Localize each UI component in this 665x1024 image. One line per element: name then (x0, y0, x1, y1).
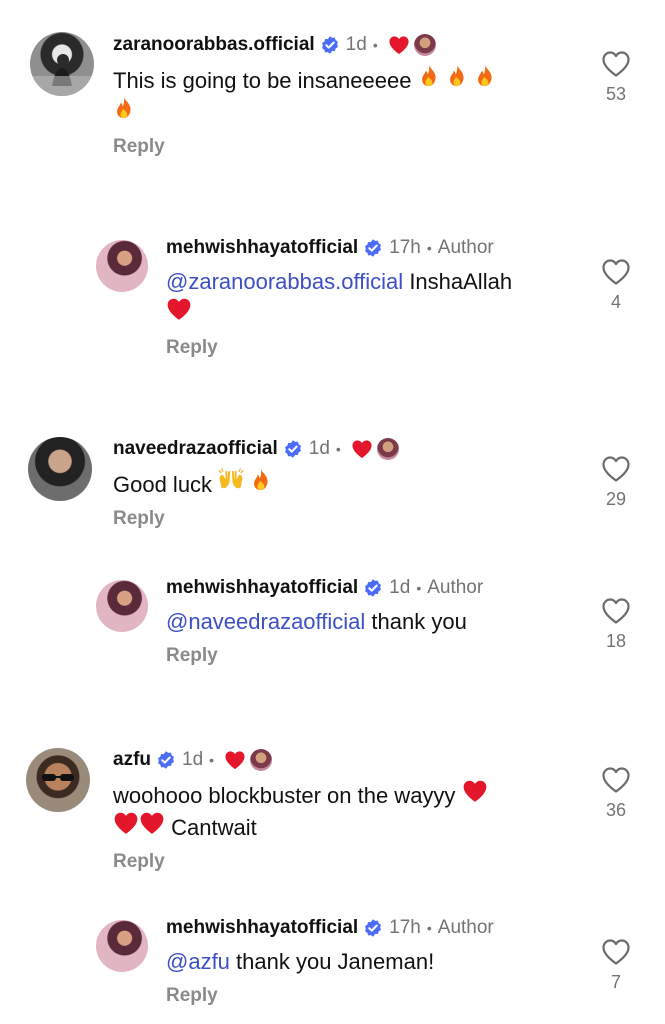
mention-link[interactable]: @azfu (166, 949, 230, 974)
fire-emoji-icon (250, 468, 272, 492)
red-heart-icon (462, 779, 488, 803)
red-heart-icon (139, 811, 165, 835)
heart-outline-icon[interactable] (601, 258, 631, 286)
author-liked-avatar (376, 438, 399, 460)
fire-emoji-icon (474, 64, 496, 88)
separator-dot: • (372, 37, 378, 53)
comment-text: @zaranoorabbas.official InshaAllah (166, 267, 566, 329)
comment-text: This is going to be insaneeeee (113, 64, 568, 128)
separator-dot: • (335, 441, 341, 457)
like-control[interactable]: 7 (596, 938, 636, 993)
fire-emoji-icon (113, 96, 135, 120)
heart-outline-icon[interactable] (601, 938, 631, 966)
red-heart-icon (113, 811, 139, 835)
timestamp: 17h (389, 237, 421, 258)
avatar[interactable] (26, 748, 90, 812)
like-control[interactable]: 18 (596, 597, 636, 652)
reply-button[interactable]: Reply (166, 645, 218, 667)
comment-text: @naveedrazaofficial thank you (166, 609, 467, 634)
like-count: 7 (610, 972, 621, 992)
avatar[interactable] (96, 240, 148, 292)
like-count: 36 (605, 800, 627, 820)
heart-outline-icon[interactable] (601, 455, 631, 483)
timestamp: 17h (389, 917, 421, 938)
timestamp: 1d (182, 749, 204, 770)
raised-hands-emoji-icon (218, 468, 244, 492)
username[interactable]: zaranoorabbas.official (113, 34, 315, 56)
comment-text: Good luck (113, 468, 568, 500)
like-count: 29 (605, 489, 627, 509)
timestamp: 1d (389, 577, 411, 598)
separator-dot: • (426, 240, 432, 256)
avatar[interactable] (30, 32, 94, 96)
mention-link[interactable]: @zaranoorabbas.official (166, 269, 403, 294)
verified-badge-icon (283, 439, 303, 459)
comment-text: woohooo blockbuster on the wayyy Cantwai… (113, 779, 568, 843)
reply-button[interactable]: Reply (113, 851, 165, 873)
reply-button[interactable]: Reply (113, 136, 165, 158)
timestamp: 1d (345, 34, 367, 55)
fire-emoji-icon (446, 64, 468, 88)
username[interactable]: mehwishhayatofficial (166, 917, 358, 939)
like-control[interactable]: 36 (596, 766, 636, 821)
red-heart-icon (351, 439, 373, 459)
verified-badge-icon (363, 238, 383, 258)
red-heart-icon (224, 750, 246, 770)
heart-outline-icon[interactable] (601, 597, 631, 625)
author-label: Author (437, 237, 494, 258)
username[interactable]: naveedrazaofficial (113, 438, 278, 460)
red-heart-icon (166, 297, 192, 321)
author-label: Author (437, 917, 494, 938)
author-label: Author (427, 577, 484, 598)
reply-button[interactable]: Reply (166, 337, 218, 359)
username[interactable]: azfu (113, 749, 151, 771)
verified-badge-icon (363, 578, 383, 598)
red-heart-icon (388, 35, 410, 55)
verified-badge-icon (320, 35, 340, 55)
author-liked-avatar (250, 749, 273, 771)
like-count: 4 (610, 292, 621, 312)
like-control[interactable]: 29 (596, 455, 636, 510)
username[interactable]: mehwishhayatofficial (166, 577, 358, 599)
reply-button[interactable]: Reply (113, 508, 165, 530)
timestamp: 1d (308, 438, 330, 459)
comment-text: @azfu thank you Janeman! (166, 949, 435, 974)
fire-emoji-icon (418, 64, 440, 88)
like-control[interactable]: 4 (596, 258, 636, 313)
like-count: 53 (605, 84, 627, 104)
like-control[interactable]: 53 (596, 50, 636, 105)
username[interactable]: mehwishhayatofficial (166, 237, 358, 259)
heart-outline-icon[interactable] (601, 766, 631, 794)
avatar[interactable] (96, 580, 148, 632)
author-liked-avatar (413, 34, 436, 56)
avatar[interactable] (28, 437, 92, 501)
separator-dot: • (209, 752, 215, 768)
heart-outline-icon[interactable] (601, 50, 631, 78)
like-count: 18 (605, 631, 627, 651)
verified-badge-icon (156, 750, 176, 770)
avatar[interactable] (96, 920, 148, 972)
reply-button[interactable]: Reply (166, 985, 218, 1007)
separator-dot: • (426, 920, 432, 936)
verified-badge-icon (363, 918, 383, 938)
mention-link[interactable]: @naveedrazaofficial (166, 609, 365, 634)
separator-dot: • (416, 580, 422, 596)
